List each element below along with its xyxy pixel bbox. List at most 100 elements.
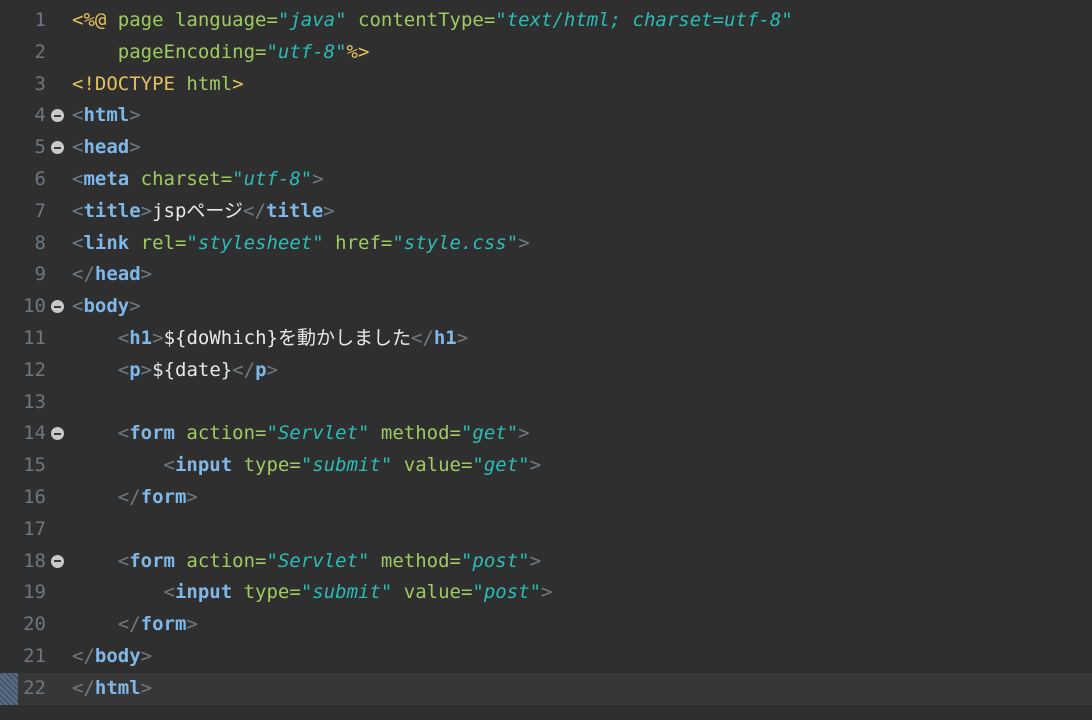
code-line[interactable]: 19 <input type="submit" value="post">	[0, 577, 1092, 609]
token-tag-name: input	[174, 454, 233, 477]
token-jsp-directive: %>	[346, 40, 370, 63]
token-jsp-directive: >	[232, 72, 244, 95]
code-line[interactable]: 18 <form action="Servlet" method="post">	[0, 546, 1092, 578]
fold-collapse-icon[interactable]	[51, 109, 64, 123]
code-line[interactable]: 12 <p>${date}</p>	[0, 355, 1092, 387]
code-line[interactable]: 1 <%@ page language="java" contentType="t…	[0, 5, 1092, 37]
line-gutter: 17	[0, 514, 66, 546]
code-line[interactable]: 9 </head>	[0, 259, 1092, 291]
code-line[interactable]: 21 </body>	[0, 641, 1092, 673]
token-tag-punctuation: >	[266, 358, 278, 381]
token-attribute: method=	[369, 422, 461, 445]
token-attribute-value: "Servlet"	[266, 549, 370, 572]
token-attribute: charset=	[129, 167, 233, 190]
code-text: <form action="Servlet" method="post">	[72, 546, 541, 578]
code-line[interactable]: 2 pageEncoding="utf-8"%>	[0, 37, 1092, 69]
token-tag-name: head	[83, 136, 130, 159]
code-line[interactable]: 10 <body>	[0, 291, 1092, 323]
token-tag-name: html	[94, 676, 141, 699]
line-number: 12	[23, 358, 46, 381]
token-tag-punctuation: <	[72, 104, 84, 127]
token-attribute: type=	[232, 454, 301, 477]
code-line[interactable]: 22 </html>	[0, 672, 1092, 705]
line-number: 5	[34, 136, 46, 159]
code-text: <form action="Servlet" method="get">	[72, 418, 530, 450]
code-text: <link rel="stylesheet" href="style.css">	[72, 228, 530, 260]
line-number: 9	[34, 263, 46, 286]
token-tag-punctuation: </	[410, 326, 434, 349]
token-tag-punctuation: </	[243, 199, 266, 222]
fold-collapse-icon[interactable]	[51, 554, 64, 568]
code-text: <body>	[72, 291, 141, 323]
code-line[interactable]: 14 <form action="Servlet" method="get">	[0, 418, 1092, 450]
code-lines[interactable]: 1 <%@ page language="java" contentType="t…	[0, 5, 1092, 705]
fold-collapse-icon[interactable]	[51, 300, 64, 314]
token-tag-punctuation: >	[129, 104, 141, 127]
code-line[interactable]: 3 <!DOCTYPE html>	[0, 69, 1092, 101]
code-text: pageEncoding="utf-8"%>	[72, 37, 370, 69]
code-text: <input type="submit" value="post">	[72, 577, 553, 609]
token-tag-punctuation: <	[163, 454, 175, 477]
code-line[interactable]: 11 <h1>${doWhich}を動かしました</h1>	[0, 323, 1092, 355]
line-number: 17	[23, 517, 46, 540]
line-gutter: 16	[0, 482, 66, 514]
token-tag-punctuation: >	[140, 644, 153, 667]
line-number: 4	[34, 104, 46, 127]
fold-collapse-icon[interactable]	[51, 427, 64, 441]
token-attribute-value: "Servlet"	[266, 422, 370, 445]
token-tag-name: title	[265, 199, 324, 222]
code-line[interactable]: 8 <link rel="stylesheet" href="style.css"…	[0, 228, 1092, 260]
token-tag-punctuation: <	[163, 581, 175, 604]
code-line[interactable]: 7 <title>jspページ</title>	[0, 196, 1092, 228]
token-tag-name: meta	[83, 167, 130, 190]
code-text: </body>	[72, 641, 152, 673]
code-text: <p>${date}</p>	[72, 355, 278, 387]
code-line[interactable]: 13	[0, 387, 1092, 419]
token-jsp-directive: <%@	[72, 9, 118, 31]
line-gutter: 18	[0, 546, 66, 578]
token-attribute-value: "submit"	[300, 454, 393, 477]
line-number: 11	[23, 326, 46, 349]
line-number: 14	[23, 422, 46, 445]
code-line[interactable]: 15 <input type="submit" value="get">	[0, 450, 1092, 482]
token-tag-name: form	[129, 422, 175, 445]
token-attribute: href=	[323, 231, 393, 254]
line-number: 22	[23, 676, 46, 699]
token-tag-name: h1	[129, 326, 153, 349]
line-number: 16	[23, 485, 46, 508]
token-tag-punctuation: >	[129, 295, 141, 318]
token-tag-punctuation: </	[72, 676, 95, 699]
line-gutter: 1	[0, 5, 66, 37]
line-number: 7	[34, 199, 46, 222]
code-line[interactable]: 17	[0, 514, 1092, 546]
token-attribute: value=	[392, 454, 473, 477]
code-line[interactable]: 5 <head>	[0, 132, 1092, 164]
code-line[interactable]: 16 </form>	[0, 482, 1092, 514]
line-gutter: 6	[0, 164, 66, 196]
code-text: <meta charset="utf-8">	[72, 164, 324, 196]
token-attribute: type=	[232, 581, 301, 604]
token-attribute-value: "get"	[472, 454, 530, 477]
line-gutter: 15	[0, 450, 66, 482]
code-line[interactable]: 20 </form>	[0, 609, 1092, 641]
line-number: 21	[23, 644, 46, 667]
code-editor[interactable]: 1 <%@ page language="java" contentType="t…	[0, 0, 1092, 720]
fold-collapse-icon[interactable]	[51, 141, 64, 155]
code-line[interactable]: 6 <meta charset="utf-8">	[0, 164, 1092, 196]
line-gutter: 14	[0, 418, 66, 450]
line-number: 8	[34, 231, 46, 254]
token-tag-punctuation: >	[312, 167, 324, 190]
code-text: <input type="submit" value="get">	[72, 450, 542, 482]
code-text: <!DOCTYPE html>	[72, 69, 244, 101]
line-number: 13	[23, 390, 46, 413]
current-line-marker	[0, 672, 18, 705]
code-line[interactable]: 4 <html>	[0, 100, 1092, 132]
token-tag-punctuation: >	[140, 358, 153, 381]
token-tag-punctuation: >	[186, 613, 198, 636]
line-number: 1	[34, 9, 46, 31]
line-number: 2	[34, 40, 46, 63]
line-gutter: 20	[0, 609, 66, 641]
